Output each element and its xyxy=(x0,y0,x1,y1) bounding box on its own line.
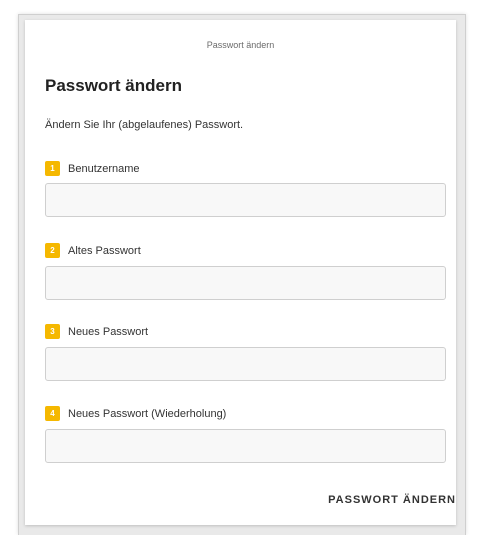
username-label-row: 1 Benutzername xyxy=(45,161,140,176)
new-password-label-row: 3 Neues Passwort xyxy=(45,324,148,339)
new-password-label: Neues Passwort xyxy=(68,325,149,338)
old-password-label-row: 2 Altes Passwort xyxy=(45,243,141,258)
username-input[interactable] xyxy=(45,183,446,217)
dialog-description: Ändern Sie Ihr (abgelaufenes) Passwort. xyxy=(45,119,244,131)
old-password-label: Altes Passwort xyxy=(68,244,141,257)
old-password-input[interactable] xyxy=(45,266,446,300)
repeat-password-label: Neues Passwort (Wiederholung) xyxy=(68,407,227,420)
step-badge-3: 3 xyxy=(45,324,60,339)
step-badge-2: 2 xyxy=(45,243,60,258)
change-password-button[interactable]: PASSWORT ÄNDERN xyxy=(318,488,456,512)
step-badge-4: 4 xyxy=(45,406,60,421)
username-label: Benutzername xyxy=(68,162,140,175)
step-badge-1: 1 xyxy=(45,161,60,176)
repeat-password-label-row: 4 Neues Passwort (Wiederholung) xyxy=(45,406,226,421)
change-password-dialog: Passwort ändern Passwort ändern Ändern S… xyxy=(25,20,456,525)
repeat-password-input[interactable] xyxy=(45,429,446,463)
dialog-header: Passwort ändern xyxy=(206,40,275,50)
new-password-input[interactable] xyxy=(45,347,446,381)
dialog-title: Passwort ändern xyxy=(45,76,182,95)
